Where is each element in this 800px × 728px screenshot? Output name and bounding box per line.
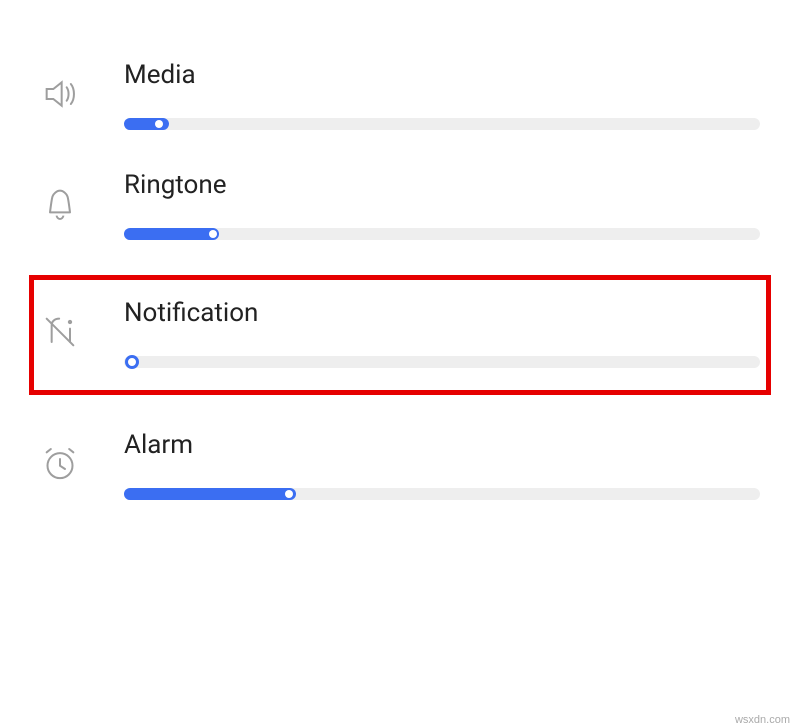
volume-slider-alarm[interactable] (124, 488, 760, 500)
volume-label-ringtone: Ringtone (124, 170, 760, 200)
watermark-text: wsxdn.com (735, 714, 790, 726)
speaker-icon (40, 60, 96, 114)
bell-icon (40, 170, 96, 224)
volume-row-alarm: Alarm (0, 410, 800, 520)
volume-row-notification: Notification (24, 270, 776, 400)
volume-slider-notification[interactable] (124, 356, 760, 368)
clock-alarm-icon (40, 430, 96, 484)
volume-row-ringtone: Ringtone (0, 150, 800, 260)
volume-label-notification: Notification (124, 298, 760, 328)
bell-off-icon (40, 298, 96, 352)
volume-label-alarm: Alarm (124, 430, 760, 460)
volume-slider-ringtone[interactable] (124, 228, 760, 240)
volume-slider-media[interactable] (124, 118, 760, 130)
volume-label-media: Media (124, 60, 760, 90)
volume-row-media: Media (0, 40, 800, 150)
